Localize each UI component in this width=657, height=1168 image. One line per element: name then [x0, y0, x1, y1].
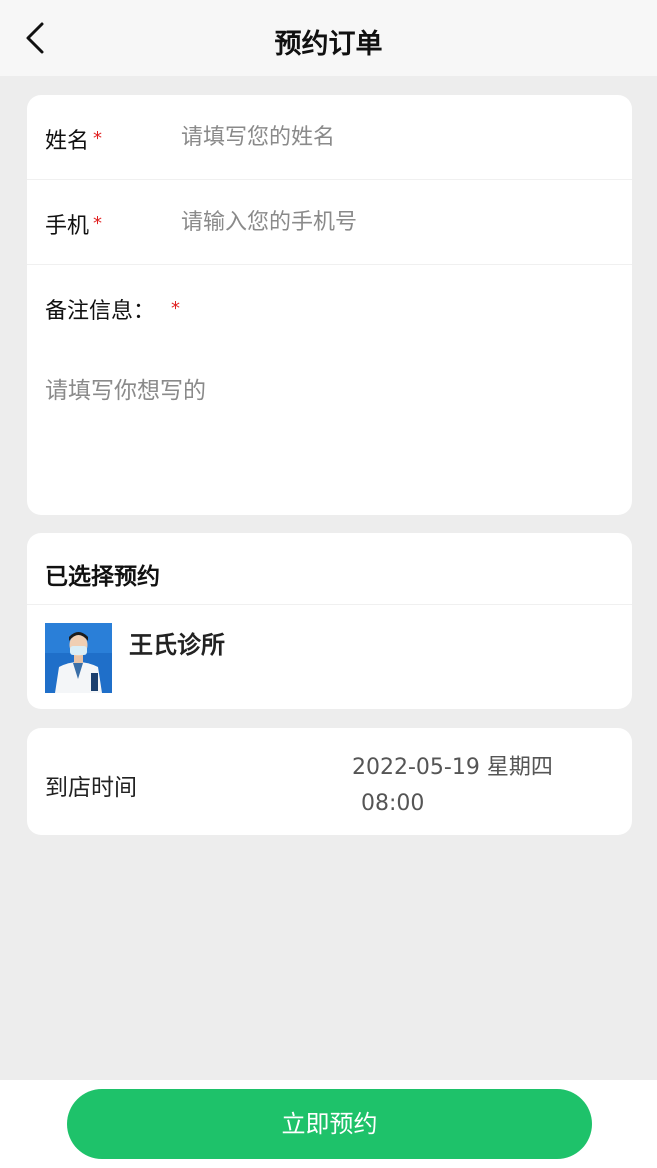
- arrival-date: 2022-05-19 星期四: [352, 755, 553, 780]
- note-textarea[interactable]: [45, 371, 605, 491]
- phone-label-text: 手机: [45, 214, 90, 239]
- name-label: 姓名 *: [45, 123, 102, 155]
- book-now-button[interactable]: 立即预约: [67, 1089, 592, 1159]
- clinic-doctor-image: [45, 623, 112, 693]
- required-mark: *: [93, 128, 103, 149]
- required-mark: *: [171, 298, 181, 319]
- name-row: 姓名 *: [27, 95, 632, 180]
- phone-input[interactable]: [181, 202, 601, 242]
- phone-row: 手机 *: [27, 180, 632, 265]
- clinic-name: 王氏诊所: [129, 631, 225, 659]
- divider: [27, 604, 632, 605]
- contact-form-card: 姓名* 手机* 备注信息：*: [27, 95, 632, 515]
- name-label-text: 姓名: [45, 129, 90, 154]
- arrival-time-card[interactable]: 到店时间 2022-05-19 星期四 08:00: [27, 728, 632, 835]
- bottom-action-bar: 立即预约: [0, 1080, 657, 1168]
- note-label: 备注信息： *: [45, 293, 180, 325]
- arrival-time: 08:00: [361, 791, 425, 816]
- doctor-avatar-icon: [45, 623, 112, 693]
- nav-bar: 预约订单: [0, 0, 657, 76]
- page-title: 预约订单: [274, 29, 383, 60]
- name-input[interactable]: [181, 117, 601, 157]
- note-label-text: 备注信息：: [45, 299, 156, 324]
- arrival-time-value[interactable]: 2022-05-19 星期四 08:00: [352, 750, 612, 822]
- required-mark: *: [93, 213, 103, 234]
- selected-section-title: 已选择预约: [45, 564, 160, 590]
- arrival-time-label: 到店时间: [45, 775, 137, 801]
- phone-label: 手机 *: [45, 208, 102, 240]
- selected-appointment-card: 已选择预约 王氏诊所: [27, 533, 632, 709]
